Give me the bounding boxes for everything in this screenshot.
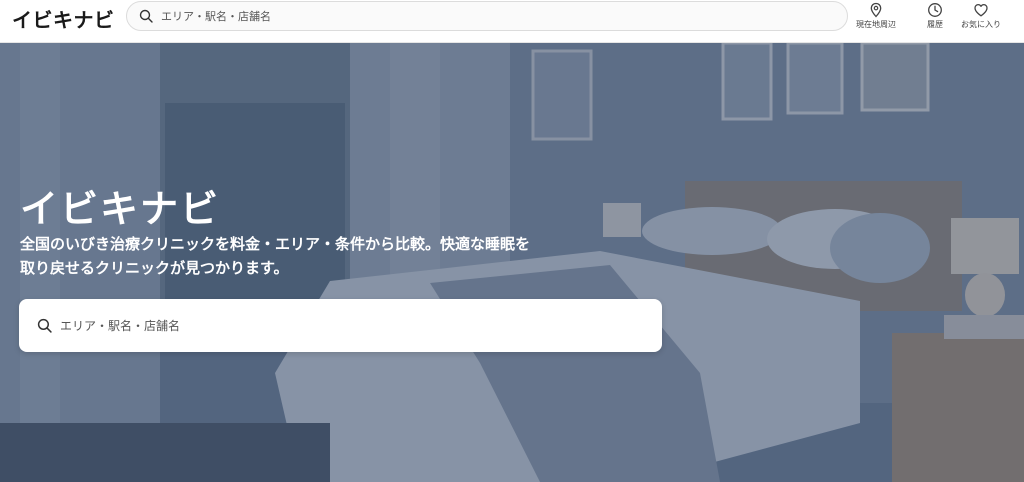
nav-nearby[interactable]: 現在地周辺: [846, 2, 906, 30]
search-icon: [139, 9, 153, 23]
hero-description-line-1: 全国のいびき治療クリニックを料金・エリア・条件から比較。快適な睡眠を: [20, 235, 531, 253]
site-header: イビキナビ 現在地周辺 履歴 お気に入り: [0, 0, 1024, 43]
nav-favorites[interactable]: お気に入り: [951, 2, 1011, 30]
hero-search-input[interactable]: [60, 318, 640, 333]
search-icon: [37, 318, 52, 333]
nav-history-label: 履歴: [927, 20, 943, 29]
header-search-bar[interactable]: [126, 1, 848, 31]
hero-section: イビキナビ 全国のいびき治療クリニックを料金・エリア・条件から比較。快適な睡眠を…: [0, 43, 1024, 482]
hero-description: 全国のいびき治療クリニックを料金・エリア・条件から比較。快適な睡眠を 取り戻せる…: [20, 232, 600, 280]
hero-search-bar[interactable]: [19, 299, 662, 352]
hero-description-line-2: 取り戻せるクリニックが見つかります。: [20, 259, 289, 277]
site-logo[interactable]: イビキナビ: [12, 6, 115, 34]
header-search-input[interactable]: [161, 9, 821, 23]
nav-favorites-label: お気に入り: [961, 20, 1001, 29]
nav-nearby-label: 現在地周辺: [856, 20, 896, 29]
clock-icon: [928, 3, 942, 17]
location-pin-icon: [870, 2, 882, 18]
hero-title: イビキナビ: [20, 187, 221, 231]
heart-icon: [974, 3, 988, 17]
